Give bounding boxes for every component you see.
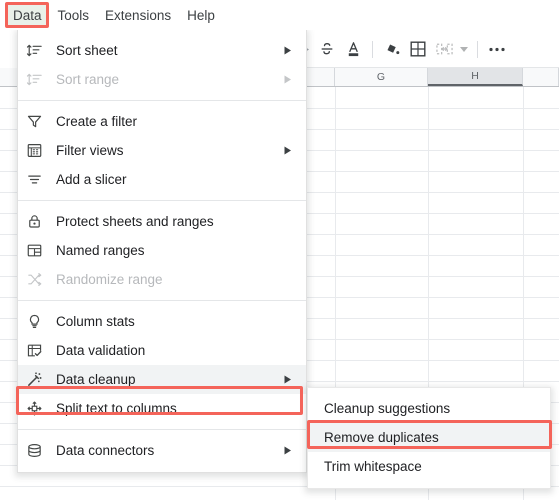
toolbar-separator-1 <box>372 40 373 58</box>
menu-item-label: Filter views <box>56 142 124 158</box>
menu-item-create-a-filter[interactable]: Create a filter <box>18 107 306 136</box>
menu-item-label: Create a filter <box>56 113 138 129</box>
submenu-arrow-icon <box>282 445 294 457</box>
menu-item-label: Sort range <box>56 71 120 87</box>
menu-separator <box>18 300 306 301</box>
sort-icon <box>26 70 52 90</box>
toolbar-bottom-border <box>300 67 559 68</box>
menu-item-add-a-slicer[interactable]: Add a slicer <box>18 165 306 194</box>
menu-item-split-text-to-columns[interactable]: Split text to columns <box>18 394 306 423</box>
column-header-g[interactable]: G <box>335 68 428 86</box>
toolbar-separator-2 <box>477 40 478 58</box>
menu-item-label: Data validation <box>56 342 146 358</box>
more-options-icon[interactable] <box>484 36 510 62</box>
menu-item-label: Protect sheets and ranges <box>56 213 214 229</box>
named-ranges-icon <box>26 241 52 261</box>
menu-item-data-connectors[interactable]: Data connectors <box>18 436 306 465</box>
submenu-arrow-icon <box>282 145 294 157</box>
menu-item-data-validation[interactable]: Data validation <box>18 336 306 365</box>
menubar-item-help[interactable]: Help <box>180 4 222 27</box>
column-header-label: G <box>376 71 386 83</box>
submenu-item-label: Cleanup suggestions <box>324 401 451 416</box>
filter-views-icon <box>26 141 52 161</box>
screenshot-root: GH Data Tools Extensions Help Sort sheet… <box>0 0 559 500</box>
text-color-icon[interactable] <box>340 36 366 62</box>
menu-item-filter-views[interactable]: Filter views <box>18 136 306 165</box>
menu-item-label: Split text to columns <box>56 400 177 416</box>
menu-item-label: Data cleanup <box>56 371 136 387</box>
menu-item-randomize-range: Randomize range <box>18 265 306 294</box>
submenu-item-trim-whitespace[interactable]: Trim whitespace <box>308 452 550 481</box>
column-header-partial[interactable] <box>523 68 559 86</box>
chevron-down-icon[interactable] <box>457 36 471 62</box>
data-validation-icon <box>26 341 52 361</box>
menu-item-label: Data connectors <box>56 442 155 458</box>
menu-separator <box>18 100 306 101</box>
menubar-item-tools[interactable]: Tools <box>51 4 97 27</box>
sort-icon <box>26 41 52 61</box>
menu-item-sort-range: Sort range <box>18 65 306 94</box>
lightbulb-icon <box>26 312 52 332</box>
column-header-label: H <box>471 70 479 82</box>
menu-item-sort-sheet[interactable]: Sort sheet <box>18 36 306 65</box>
slicer-icon <box>26 170 52 190</box>
submenu-item-cleanup-suggestions[interactable]: Cleanup suggestions <box>308 394 550 423</box>
menu-item-label: Sort sheet <box>56 42 118 58</box>
merge-cells-icon[interactable] <box>431 36 457 62</box>
borders-icon[interactable] <box>405 36 431 62</box>
submenu-item-label: Trim whitespace <box>324 459 422 474</box>
fill-color-icon[interactable] <box>379 36 405 62</box>
split-columns-icon <box>26 399 52 419</box>
submenu-arrow-icon <box>282 374 294 386</box>
menubar-item-data[interactable]: Data <box>6 3 49 27</box>
shuffle-icon <box>26 270 52 290</box>
submenu-arrow-icon <box>282 74 294 86</box>
lock-icon <box>26 212 52 232</box>
submenu-item-label: Remove duplicates <box>324 430 439 445</box>
menu-item-data-cleanup[interactable]: Data cleanup <box>18 365 306 394</box>
menu-item-label: Named ranges <box>56 242 145 258</box>
data-dropdown-menu[interactable]: Sort sheet Sort range Create a filter Filte… <box>17 30 307 473</box>
menu-item-named-ranges[interactable]: Named ranges <box>18 236 306 265</box>
menu-bar[interactable]: Data Tools Extensions Help <box>0 0 559 30</box>
menu-item-label: Add a slicer <box>56 171 127 187</box>
menu-item-label: Column stats <box>56 313 135 329</box>
menu-item-column-stats[interactable]: Column stats <box>18 307 306 336</box>
menu-separator <box>18 200 306 201</box>
filter-icon <box>26 112 52 132</box>
strikethrough-icon[interactable] <box>314 36 340 62</box>
formatting-toolbar[interactable] <box>300 30 559 68</box>
submenu-item-remove-duplicates[interactable]: Remove duplicates <box>308 423 550 452</box>
submenu-arrow-icon <box>282 45 294 57</box>
menu-item-label: Randomize range <box>56 271 163 287</box>
data-cleanup-submenu[interactable]: Cleanup suggestions Remove duplicates Trim… <box>307 387 551 489</box>
database-icon <box>26 441 52 461</box>
menu-separator <box>18 429 306 430</box>
magic-wand-icon <box>26 370 52 390</box>
column-header-h[interactable]: H <box>428 68 523 86</box>
menubar-item-extensions[interactable]: Extensions <box>98 4 178 27</box>
menu-item-protect-sheets-and-ranges[interactable]: Protect sheets and ranges <box>18 207 306 236</box>
